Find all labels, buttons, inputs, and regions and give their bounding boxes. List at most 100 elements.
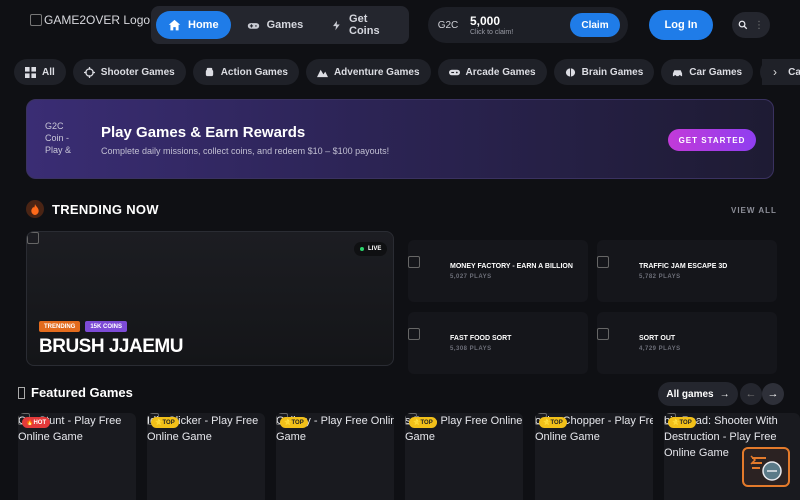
claim-button[interactable]: Claim <box>570 13 620 37</box>
trending-header: TRENDING NOW <box>26 200 159 218</box>
trending-featured-card[interactable]: LIVE TRENDING 15K COINS BRUSH JJAEMU <box>26 231 394 366</box>
featured-title: Featured Games <box>31 385 133 400</box>
all-games-button[interactable]: All games → <box>658 382 738 406</box>
trending-item[interactable]: TRAFFIC JAM ESCAPE 3D 5,782 PLAYS <box>597 240 777 302</box>
fire-icon <box>26 200 44 218</box>
broken-image-icon <box>597 256 609 268</box>
grid-icon <box>25 66 36 78</box>
broken-image-icon <box>27 232 39 244</box>
game-card[interactable]: Gallery - Play Free Online Game ⭐TOP <box>276 413 394 500</box>
get-started-button[interactable]: GET STARTED <box>668 129 756 151</box>
carousel-next-button[interactable]: → <box>762 383 784 405</box>
featured-badges: TRENDING 15K COINS <box>39 321 128 332</box>
support-chat-widget[interactable] <box>742 447 790 487</box>
nav-games-label: Games <box>266 19 304 31</box>
category-arcade[interactable]: Arcade Games <box>437 59 547 85</box>
search-icon <box>738 20 748 30</box>
game-card[interactable]: Idle Clicker - Play Free Online Game ⭐TO… <box>147 413 265 500</box>
top-badge: ⭐TOP <box>539 417 567 428</box>
banner-subtitle: Complete daily missions, collect coins, … <box>101 146 390 156</box>
category-all[interactable]: All <box>14 59 66 85</box>
coin-image: G2C <box>437 19 459 31</box>
category-label: Car Games <box>689 66 743 78</box>
category-car[interactable]: Car Games <box>661 59 754 85</box>
dots-vertical-icon: ⋮ <box>754 19 764 31</box>
top-badge: ⭐TOP <box>280 417 308 428</box>
login-button[interactable]: Log In <box>649 10 713 40</box>
nav-home-label: Home <box>188 19 219 31</box>
arrow-right-icon: → <box>719 388 730 400</box>
top-badge: ⭐TOP <box>151 417 179 428</box>
trending-badge: TRENDING <box>39 321 81 332</box>
car-icon <box>673 69 683 77</box>
category-label: Casua <box>788 66 800 78</box>
chat-search-icon <box>750 455 782 481</box>
missing-glyph-icon <box>18 386 25 399</box>
live-label: LIVE <box>368 246 382 252</box>
nav-games[interactable]: Games <box>235 11 316 39</box>
bolt-icon <box>333 20 340 30</box>
site-logo[interactable]: GAME2OVER Logo <box>30 13 150 27</box>
fist-icon <box>205 67 213 76</box>
mountain-icon <box>316 69 328 77</box>
gamepad-icon <box>247 22 259 29</box>
gamepad-icon <box>448 69 460 75</box>
all-games-label: All games <box>666 388 714 400</box>
category-label: Shooter Games <box>100 66 175 78</box>
trending-item-plays: 5,782 PLAYS <box>639 274 681 280</box>
category-label: Adventure Games <box>333 66 420 78</box>
category-next-button[interactable]: › <box>762 59 788 85</box>
game-thumbnail <box>408 328 440 360</box>
trending-item-plays: 5,027 PLAYS <box>450 274 492 280</box>
home-icon <box>168 19 181 30</box>
category-label: Action Games <box>220 66 288 78</box>
top-badge: ⭐TOP <box>409 417 437 428</box>
category-label: Brain Games <box>581 66 644 78</box>
featured-game-title: BRUSH JJAEMU <box>39 336 183 357</box>
trending-item-title: TRAFFIC JAM ESCAPE 3D <box>639 263 728 270</box>
game-card[interactable]: s Pro - Play Free Online Game ⭐TOP <box>405 413 523 500</box>
top-bar: GAME2OVER Logo Home Games Get Coins G2C … <box>0 0 800 52</box>
game-card[interactable]: o the Chopper - Play Free Online Game ⭐T… <box>535 413 653 500</box>
banner-title: Play Games & Earn Rewards <box>101 124 306 141</box>
coin-amount: 5,000 <box>470 14 501 28</box>
trending-title: TRENDING NOW <box>52 201 159 217</box>
game-card[interactable]: Car Stunt - Play Free Online Game 🔥HOT <box>18 413 136 500</box>
category-label: All <box>42 66 55 78</box>
crosshair-icon <box>83 66 95 78</box>
trending-item-plays: 5,308 PLAYS <box>450 346 492 352</box>
carousel-prev-button[interactable]: ← <box>740 383 762 405</box>
broken-image-icon <box>408 328 420 340</box>
trending-item-title: SORT OUT <box>639 335 676 342</box>
category-brain[interactable]: Brain Games <box>553 59 655 85</box>
search-button[interactable]: ⋮ <box>732 12 770 38</box>
nav-get-coins[interactable]: Get Coins <box>319 11 404 39</box>
broken-image-icon <box>408 256 420 268</box>
trending-item[interactable]: SORT OUT 4,729 PLAYS <box>597 312 777 374</box>
live-badge: LIVE <box>354 242 388 256</box>
category-action[interactable]: Action Games <box>192 59 299 85</box>
trending-item-title: FAST FOOD SORT <box>450 335 512 342</box>
coin-balance-widget[interactable]: G2C 5,000 Click to claim! Claim <box>428 7 628 43</box>
trending-item[interactable]: FAST FOOD SORT 5,308 PLAYS <box>408 312 588 374</box>
main-nav: Home Games Get Coins <box>151 6 409 44</box>
game-thumbnail <box>597 328 629 360</box>
broken-image-icon <box>597 328 609 340</box>
trending-item[interactable]: MONEY FACTORY - EARN A BILLION 5,027 PLA… <box>408 240 588 302</box>
featured-header: Featured Games <box>18 385 133 400</box>
nav-home[interactable]: Home <box>156 11 231 39</box>
category-shooter[interactable]: Shooter Games <box>72 59 186 85</box>
trending-item-title: MONEY FACTORY - EARN A BILLION <box>450 263 573 270</box>
coin-image: G2C Coin - Play & <box>45 121 72 155</box>
game-thumbnail <box>597 256 629 288</box>
brain-icon <box>565 67 575 77</box>
category-label: Arcade Games <box>465 66 536 78</box>
coin-text: 5,000 Click to claim! <box>470 14 513 36</box>
coins-badge: 15K COINS <box>85 321 128 332</box>
view-all-link[interactable]: VIEW ALL <box>731 206 777 215</box>
category-adventure[interactable]: Adventure Games <box>305 59 431 85</box>
broken-image-icon <box>30 14 42 26</box>
trending-item-plays: 4,729 PLAYS <box>639 346 681 352</box>
coin-subtitle: Click to claim! <box>470 29 514 36</box>
top-badge: ⭐TOP <box>668 417 696 428</box>
